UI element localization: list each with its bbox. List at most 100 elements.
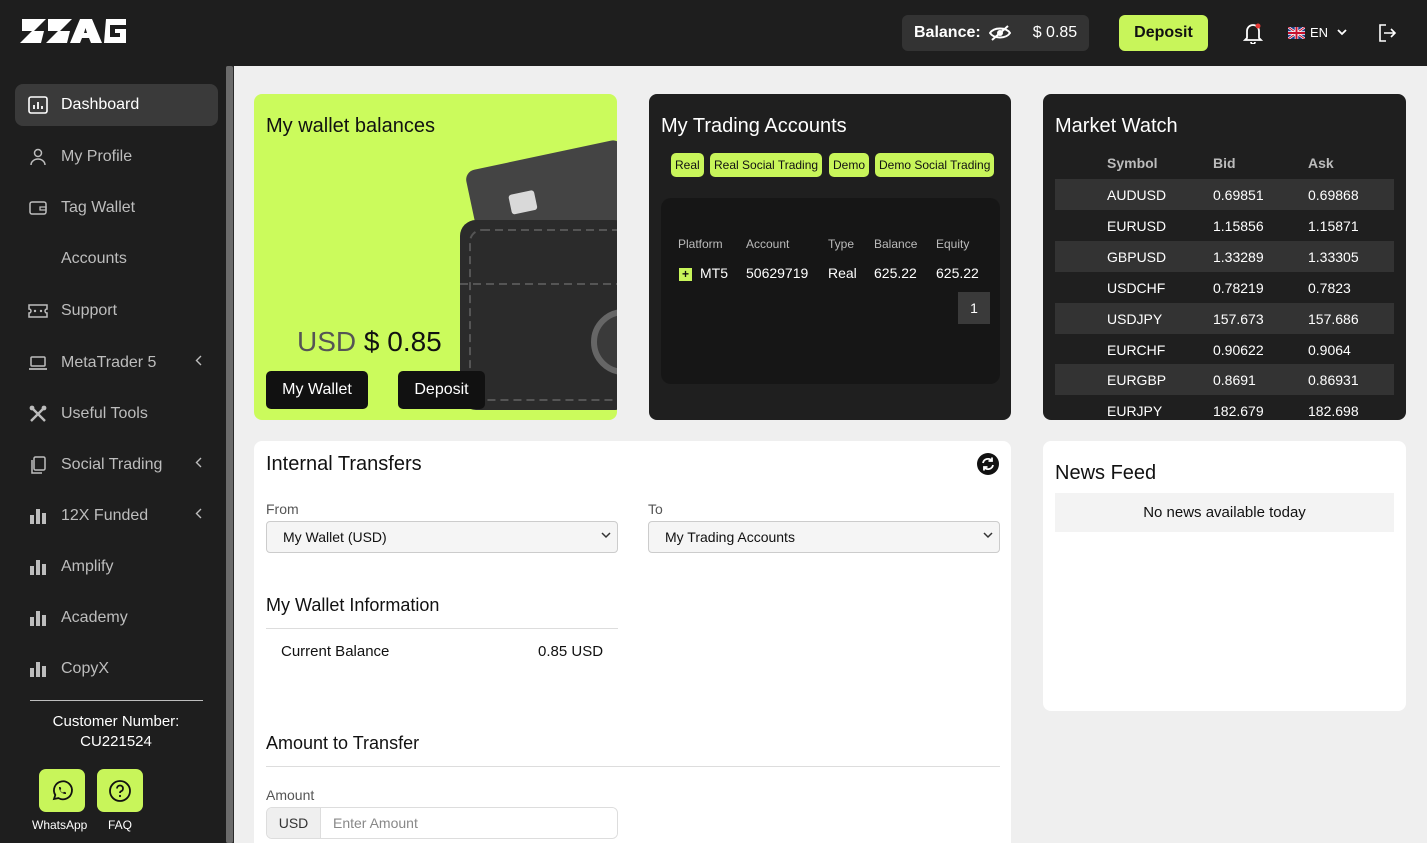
sidebar-item-dashboard[interactable]: Dashboard [15, 84, 218, 126]
sidebar-item-label: Academy [61, 609, 128, 626]
header-deposit-button[interactable]: Deposit [1119, 15, 1208, 51]
account-balance: 625.22 [874, 265, 917, 281]
eye-off-icon[interactable] [988, 25, 1011, 41]
wallet-deposit-button[interactable]: Deposit [398, 371, 485, 409]
trading-card-title: My Trading Accounts [661, 115, 847, 137]
my-wallet-button[interactable]: My Wallet [266, 371, 368, 409]
whatsapp-button[interactable] [39, 769, 85, 812]
amount-input[interactable] [321, 808, 617, 838]
chevron-left-icon [195, 457, 202, 468]
sidebar-item-label: Accounts [61, 250, 127, 267]
chevron-left-icon [195, 355, 202, 366]
market-row[interactable]: EURJPY 182.679 182.698 [1055, 395, 1394, 420]
wallet-icon [27, 197, 49, 219]
from-select-value: My Wallet (USD) [283, 529, 387, 545]
sidebar-divider [30, 700, 203, 701]
sidebar-item-useful-tools[interactable]: Useful Tools [15, 393, 218, 435]
laptop-icon [27, 352, 49, 374]
from-label: From [266, 501, 299, 517]
filter-demo-social-trading[interactable]: Demo Social Trading [875, 153, 995, 177]
column-header-account: Account [746, 237, 790, 251]
market-card-title: Market Watch [1055, 115, 1178, 137]
wallet-card-title: My wallet balances [266, 115, 435, 137]
trading-accounts-table: Platform Account Type Balance Equity + M… [661, 198, 1000, 384]
sidebar-item-label: Dashboard [61, 96, 140, 113]
to-select-value: My Trading Accounts [665, 529, 795, 545]
market-row[interactable]: EURCHF 0.90622 0.9064 [1055, 334, 1394, 365]
logout-icon[interactable] [1377, 23, 1397, 48]
sidebar-item-my-profile[interactable]: My Profile [15, 136, 218, 178]
wallet-info-divider [266, 628, 618, 629]
wallet-amount: $ 0.85 [363, 326, 442, 357]
customer-number-value: CU221524 [80, 733, 152, 750]
market-row[interactable]: AUDUSD 0.69851 0.69868 [1055, 179, 1394, 210]
column-header-bid: Bid [1213, 155, 1236, 171]
balance-label: Balance: [914, 24, 981, 41]
column-header-ask: Ask [1308, 155, 1334, 171]
to-select[interactable]: My Trading Accounts [648, 521, 1000, 553]
expand-row-plus-icon[interactable]: + [679, 268, 692, 281]
sidebar-item-accounts[interactable]: Accounts [15, 238, 218, 280]
column-header-equity: Equity [936, 237, 970, 251]
notification-bell-icon[interactable] [1242, 22, 1264, 49]
sidebar-item-social-trading[interactable]: Social Trading [15, 444, 218, 486]
refresh-icon[interactable] [976, 452, 1000, 481]
sidebar-item-label: Social Trading [61, 456, 163, 473]
amount-divider [266, 766, 1000, 767]
wallet-currency: USD [297, 326, 357, 357]
column-header-balance: Balance [874, 237, 918, 251]
account-number: 50629719 [746, 265, 809, 281]
sidebar-item-12x-funded[interactable]: 12X Funded [15, 495, 218, 537]
bar-chart-icon [27, 505, 49, 527]
market-row[interactable]: EURUSD 1.15856 1.15871 [1055, 210, 1394, 241]
sidebar-item-amplify[interactable]: Amplify [15, 546, 218, 588]
from-select[interactable]: My Wallet (USD) [266, 521, 618, 553]
market-row[interactable]: USDCHF 0.78219 0.7823 [1055, 272, 1394, 303]
sidebar-item-copyx[interactable]: CopyX [15, 648, 218, 690]
sidebar-item-tag-wallet[interactable]: Tag Wallet [15, 187, 218, 229]
sidebar-item-label: Support [61, 302, 118, 319]
sidebar-item-support[interactable]: Support [15, 290, 218, 332]
sidebar-item-label: My Profile [61, 148, 133, 165]
language-selector[interactable]: EN [1288, 25, 1347, 40]
amount-to-transfer-title: Amount to Transfer [266, 733, 420, 753]
account-platform: MT5 [700, 265, 728, 281]
help-circle-icon [109, 779, 131, 802]
tools-icon [27, 403, 49, 425]
to-label: To [648, 501, 663, 517]
sidebar-item-label: Tag Wallet [61, 199, 136, 216]
market-row[interactable]: GBPUSD 1.33289 1.33305 [1055, 241, 1394, 272]
account-equity: 625.22 [936, 265, 979, 281]
pagination-page-1[interactable]: 1 [958, 292, 990, 324]
sidebar-item-metatrader-5[interactable]: MetaTrader 5 [15, 342, 218, 384]
sidebar-item-label: Amplify [61, 558, 114, 575]
filter-real[interactable]: Real [671, 153, 704, 177]
user-icon [27, 146, 49, 168]
ticket-icon [27, 300, 49, 322]
sidebar-item-academy[interactable]: Academy [15, 597, 218, 639]
sidebar-item-label: MetaTrader 5 [61, 354, 157, 371]
bar-chart-icon [27, 607, 49, 629]
faq-button[interactable] [97, 769, 143, 812]
balance-value: $ 0.85 [1032, 24, 1078, 41]
uk-flag-icon [1288, 26, 1305, 39]
zag-logo[interactable] [20, 17, 128, 50]
sidebar-item-label: Useful Tools [61, 405, 148, 422]
filter-real-social-trading[interactable]: Real Social Trading [710, 153, 823, 177]
dashboard-icon [27, 94, 49, 116]
language-label: EN [1310, 25, 1329, 40]
customer-number-label: Customer Number: [52, 713, 180, 730]
column-header-platform: Platform [678, 237, 723, 251]
market-row[interactable]: USDJPY 157.673 157.686 [1055, 303, 1394, 334]
bar-chart-icon [27, 556, 49, 578]
wallet-balance-amount: USD $ 0.85 [297, 326, 442, 358]
chevron-down-icon [983, 532, 993, 539]
whatsapp-icon [52, 779, 73, 800]
chevron-down-icon [601, 532, 611, 539]
news-card-title: News Feed [1055, 462, 1157, 484]
filter-demo[interactable]: Demo [829, 153, 870, 177]
current-balance-label: Current Balance [281, 643, 390, 660]
customer-number: Customer Number: CU221524 [0, 712, 232, 752]
amount-field: USD [266, 807, 618, 839]
market-row[interactable]: EURGBP 0.8691 0.86931 [1055, 364, 1394, 395]
